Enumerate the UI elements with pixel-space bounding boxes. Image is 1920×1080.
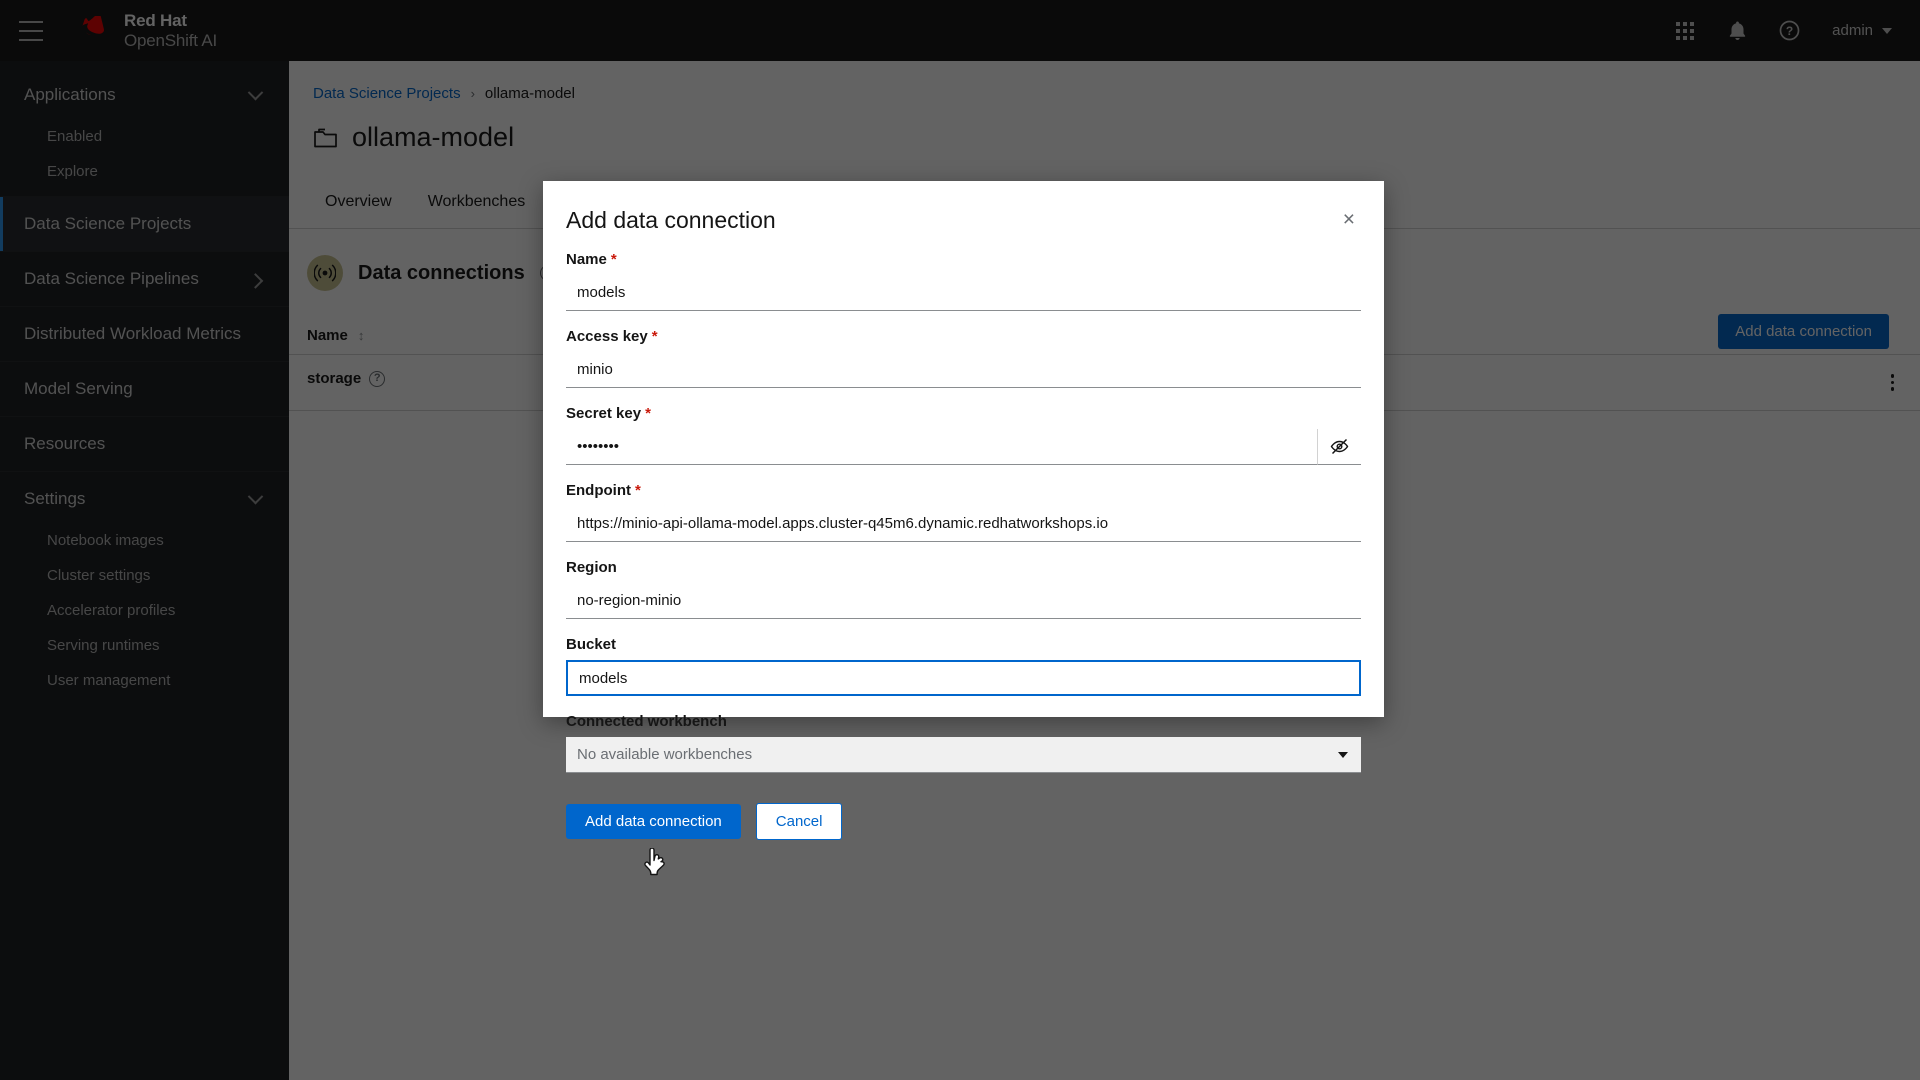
submit-add-data-connection-button[interactable]: Add data connection (566, 804, 741, 839)
field-group-access-key: Access key * (566, 328, 1361, 388)
access-key-field-label: Access key * (566, 328, 658, 345)
name-label-text: Name (566, 251, 607, 268)
region-field-label: Region (566, 559, 617, 576)
name-field-label: Name * (566, 251, 617, 268)
access-key-input[interactable] (566, 352, 1361, 388)
field-group-secret-key: Secret key * (566, 405, 1361, 465)
field-group-endpoint: Endpoint * (566, 482, 1361, 542)
required-asterisk: * (610, 251, 617, 268)
caret-down-icon (1338, 752, 1348, 758)
secret-key-input-group (566, 429, 1361, 465)
connected-workbench-selected-value: No available workbenches (577, 746, 753, 763)
secret-key-field-label: Secret key * (566, 405, 651, 422)
bucket-input[interactable] (566, 660, 1361, 696)
connected-workbench-select[interactable]: No available workbenches (566, 737, 1361, 773)
secret-key-input[interactable] (566, 429, 1317, 465)
connected-workbench-field-label: Connected workbench (566, 713, 727, 730)
endpoint-input[interactable] (566, 506, 1361, 542)
connected-workbench-select-wrap: No available workbenches (566, 737, 1361, 773)
endpoint-label-text: Endpoint (566, 482, 631, 499)
secret-key-label-text: Secret key (566, 405, 642, 422)
region-input[interactable] (566, 583, 1361, 619)
modal-footer: Add data connection Cancel (566, 803, 1361, 840)
field-group-region: Region (566, 559, 1361, 619)
access-key-label-text: Access key (566, 328, 648, 345)
required-asterisk: * (634, 482, 641, 499)
modal-title: Add data connection (566, 207, 776, 233)
close-icon[interactable]: × (1337, 207, 1361, 232)
field-group-connected-workbench: Connected workbench No available workben… (566, 713, 1361, 773)
field-group-name: Name * (566, 251, 1361, 311)
add-data-connection-modal: Add data connection × Name* Access key* … (543, 181, 1384, 840)
endpoint-field-label: Endpoint * (566, 482, 641, 499)
application-root: Red Hat OpenShift AI ? (0, 0, 1920, 1080)
required-asterisk: * (651, 328, 658, 345)
modal-header: Add data connection × (566, 207, 1361, 234)
required-asterisk: * (645, 405, 651, 422)
eye-slash-icon[interactable] (1317, 429, 1361, 465)
bucket-field-label: Bucket (566, 636, 617, 653)
name-input[interactable] (566, 275, 1361, 311)
field-group-bucket: Bucket (566, 636, 1361, 696)
cancel-button[interactable]: Cancel (755, 803, 843, 840)
